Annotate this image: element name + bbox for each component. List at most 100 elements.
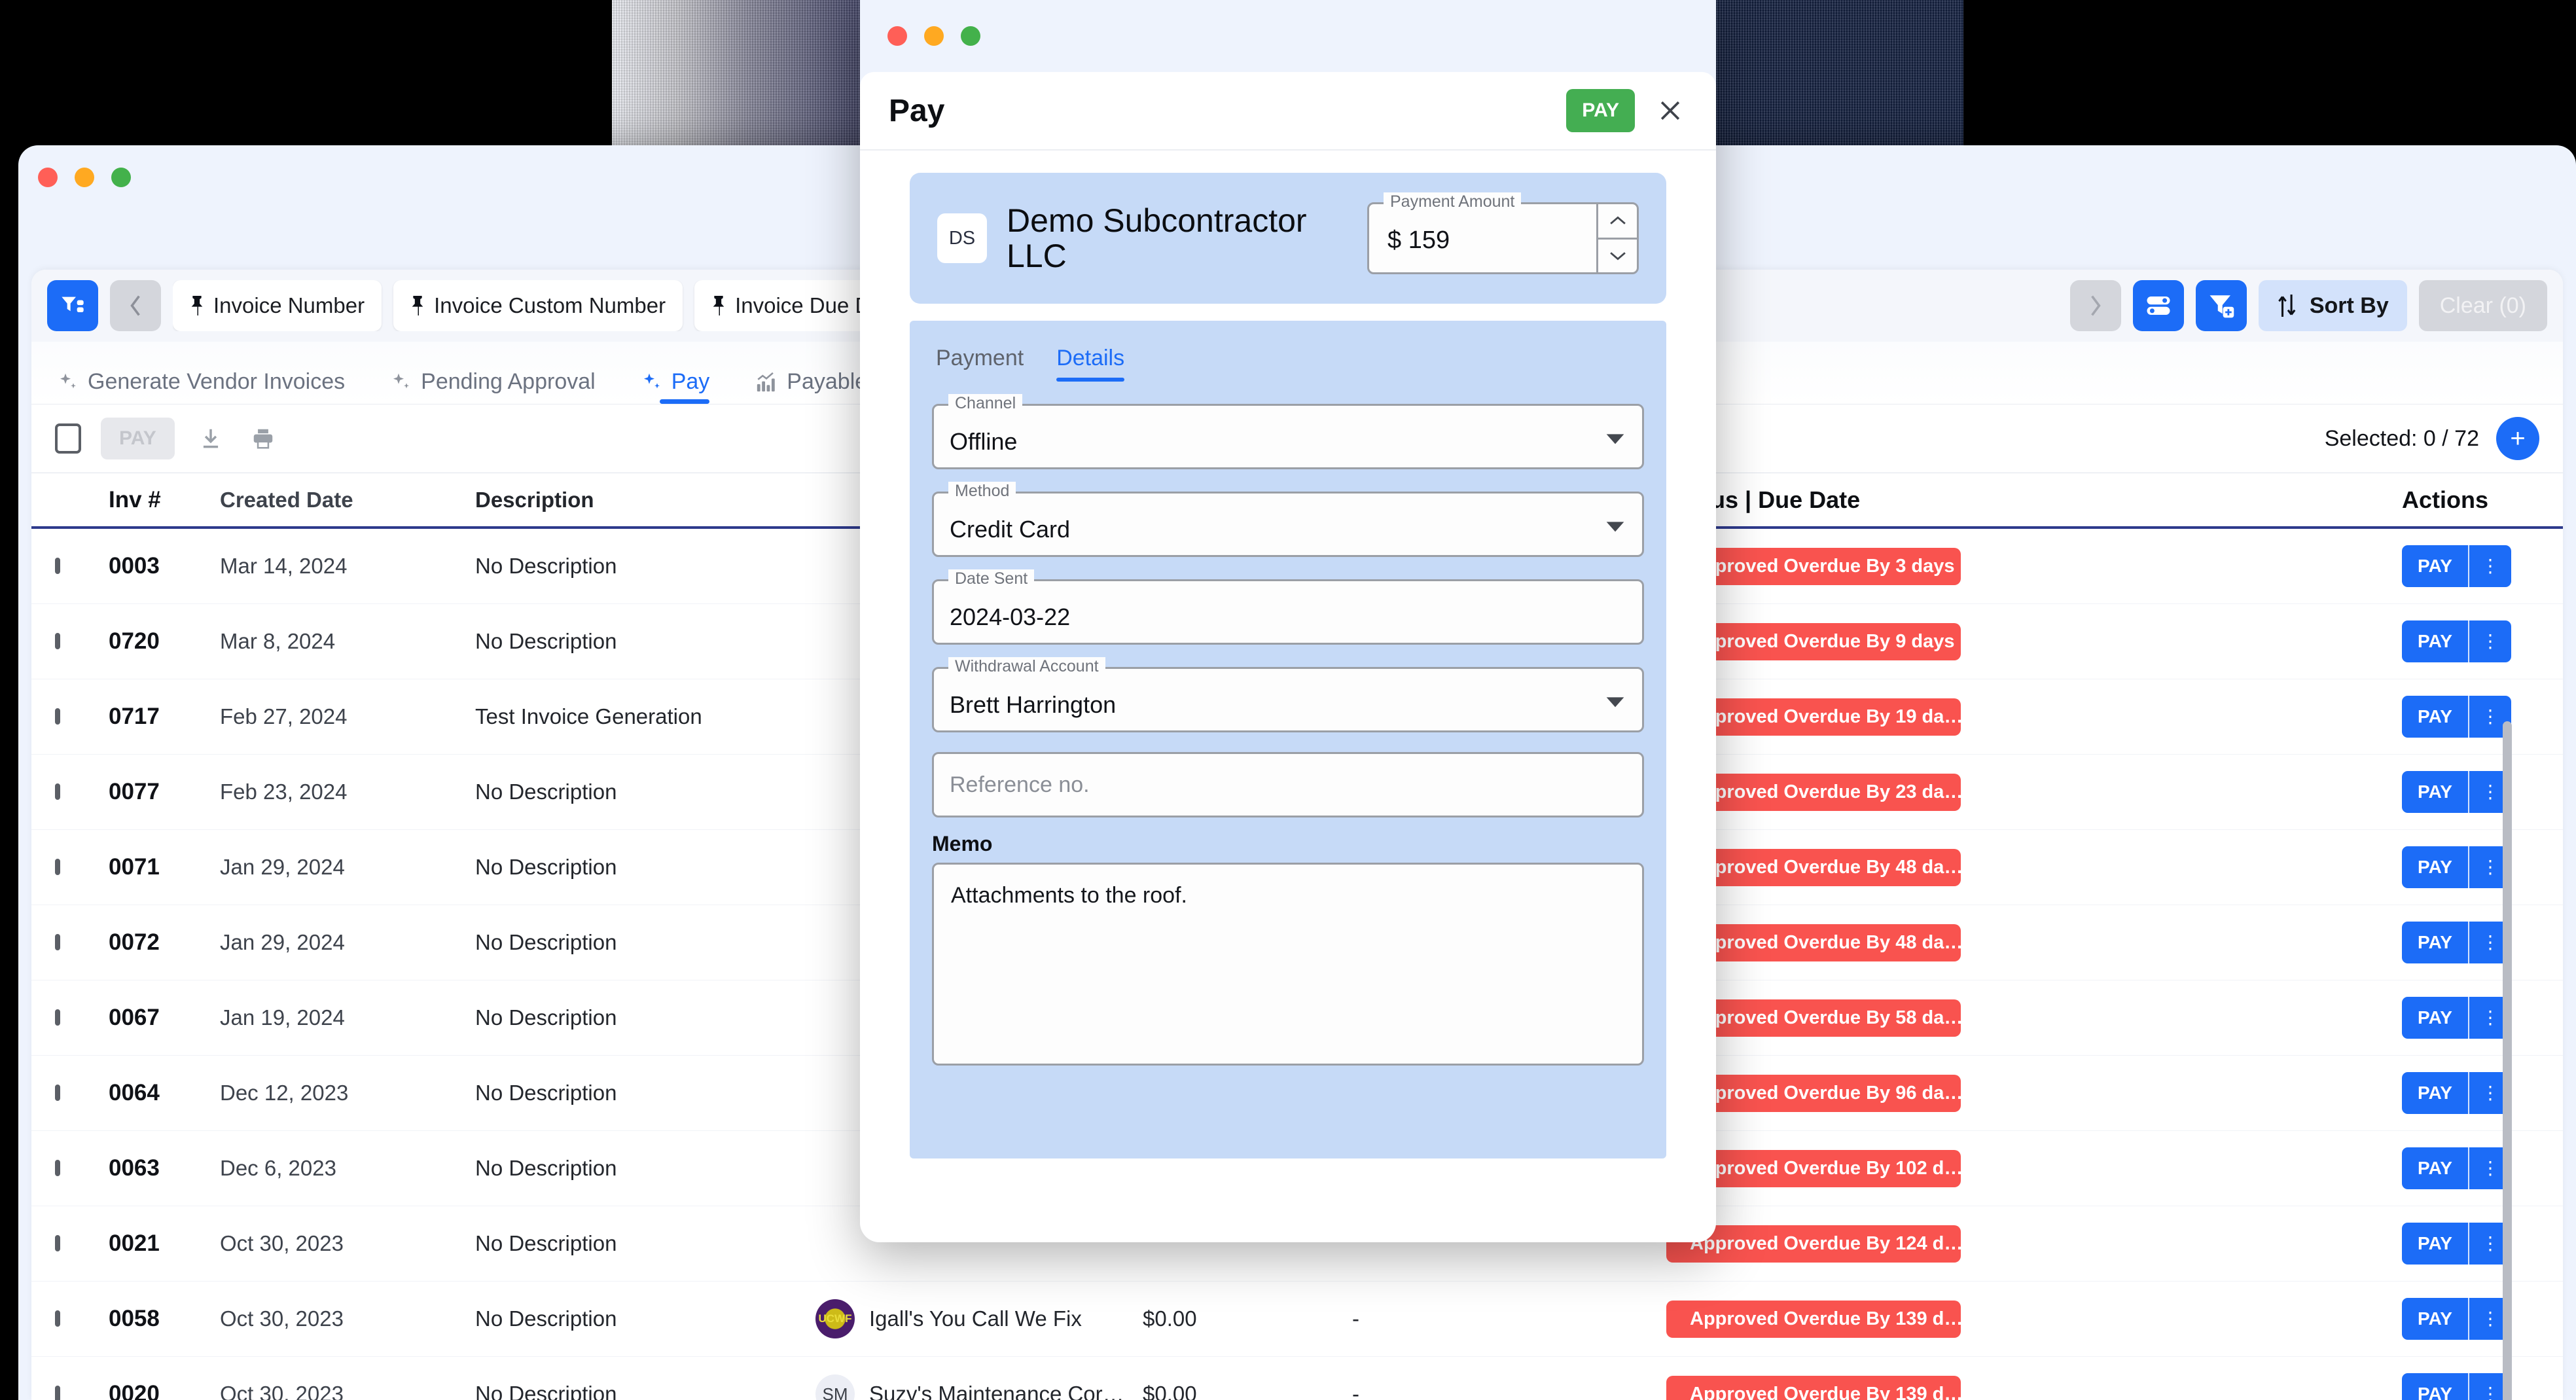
cell-vendor: UCWF Igall's You Call We Fix [815,1299,1143,1338]
modal-tab-label: Payment [936,346,1024,370]
cell-created-date: Dec 6, 2023 [220,1156,336,1180]
row-pay-button[interactable]: PAY [2402,620,2468,662]
row-actions: PAY ⋮ [2402,922,2511,963]
modal-traffic-lights[interactable] [887,26,1716,46]
filter-chip-invoice-number[interactable]: Invoice Number [173,280,382,331]
withdrawal-account-field[interactable]: Withdrawal Account Brett Harrington [932,657,1644,732]
kebab-icon: ⋮ [2480,931,2499,952]
chevron-down-icon [1606,434,1624,444]
table-row[interactable]: 0020 Oct 30, 2023 No Description SM Suzy's M… [31,1357,2563,1400]
columns-toggle-icon [2147,296,2170,315]
modal-close-button[interactable] [1653,94,1687,128]
row-pay-button[interactable]: PAY [2402,846,2468,888]
scroll-filters-right-button[interactable] [2069,280,2121,331]
row-pay-button[interactable]: PAY [2402,1298,2468,1340]
tab-generate-vendor-invoices[interactable]: Generate Vendor Invoices [58,369,345,404]
row-pay-button[interactable]: PAY [2402,1147,2468,1189]
scroll-filters-left-button[interactable] [110,280,161,331]
withdrawal-account-label: Withdrawal Account [948,657,1105,676]
row-pay-button[interactable]: PAY [2402,997,2468,1039]
print-button[interactable] [247,422,279,455]
download-button[interactable] [194,422,227,455]
row-pay-button[interactable]: PAY [2402,1373,2468,1400]
cell-created-date: Jan 19, 2024 [220,1005,345,1030]
memo-label: Memo [932,832,993,855]
row-checkbox[interactable] [55,1085,60,1101]
cell-status: Approved Overdue By 9 days [1666,622,2402,660]
tab-label: Pending Approval [421,369,596,394]
memo-textarea[interactable]: Attachments to the roof. [932,863,1644,1066]
row-checkbox[interactable] [55,708,60,725]
sort-by-button[interactable]: Sort By [2258,280,2407,331]
row-checkbox[interactable] [55,1160,60,1176]
cell-description: No Description [475,554,617,578]
add-invoice-button[interactable]: + [2496,417,2539,460]
cell-actions: PAY ⋮ [2402,846,2539,888]
modal-tab-payment[interactable]: Payment [936,346,1024,382]
bulk-pay-button[interactable]: PAY [101,418,175,459]
row-checkbox[interactable] [55,558,60,574]
tab-label: Generate Vendor Invoices [88,369,346,394]
cell-description: No Description [475,1081,617,1105]
select-all-checkbox[interactable] [55,423,81,454]
row-pay-button[interactable]: PAY [2402,1072,2468,1114]
row-checkbox[interactable] [55,633,60,649]
modal-body: DS Demo Subcontractor LLC Payment Amount… [860,151,1716,1158]
method-field[interactable]: Method Credit Card [932,482,1644,557]
filter-chip-invoice-custom-number[interactable]: Invoice Custom Number [393,280,683,331]
row-actions: PAY ⋮ [2402,545,2511,587]
payment-amount-decrement-button[interactable] [1598,240,1637,273]
add-filter-button[interactable] [2195,280,2247,331]
cell-inv-number: 0071 [109,854,160,880]
modal-close-window-button[interactable] [887,26,907,46]
modal-pay-button[interactable]: PAY [1566,89,1635,132]
kebab-icon: ⋮ [2480,630,2499,651]
row-pay-button[interactable]: PAY [2402,1223,2468,1265]
close-window-button[interactable] [38,168,58,187]
cell-inv-number: 0058 [109,1306,160,1331]
payment-amount-field[interactable]: Payment Amount $ 159 [1367,192,1639,274]
tab-pay[interactable]: Pay [641,369,709,404]
row-checkbox-cell [55,1085,109,1101]
payment-amount-stepper[interactable] [1596,204,1637,272]
clear-filters-button[interactable]: Clear (0) [2418,280,2547,331]
channel-value: Offline [950,428,1018,455]
chevron-down-icon [1606,697,1624,708]
filter-settings-icon-button[interactable] [47,280,98,331]
date-sent-label: Date Sent [948,569,1035,588]
date-sent-field[interactable]: Date Sent 2024-03-22 [932,569,1644,645]
row-checkbox[interactable] [55,1235,60,1251]
zoom-window-button[interactable] [111,168,131,187]
table-scrollbar[interactable] [2503,721,2512,1400]
cell-created-date: Mar 8, 2024 [220,629,336,653]
cell-payment-date: - [1352,1382,1359,1400]
table-row[interactable]: 0058 Oct 30, 2023 No Description UCWF Igall'… [31,1282,2563,1357]
channel-field[interactable]: Channel Offline [932,394,1644,469]
tab-pending-approval[interactable]: Pending Approval [391,369,596,404]
columns-toggle-button[interactable] [2132,280,2184,331]
row-actions: PAY ⋮ [2402,846,2511,888]
cell-created-date: Oct 30, 2023 [220,1306,344,1331]
row-pay-button[interactable]: PAY [2402,545,2468,587]
row-more-menu-button[interactable]: ⋮ [2467,620,2511,662]
row-checkbox[interactable] [55,783,60,800]
row-pay-button[interactable]: PAY [2402,696,2468,738]
modal-minimize-window-button[interactable] [924,26,944,46]
row-checkbox[interactable] [55,934,60,950]
minimize-window-button[interactable] [75,168,94,187]
reference-no-input[interactable]: Reference no. [932,752,1644,817]
modal-tab-details[interactable]: Details [1056,346,1124,382]
row-checkbox[interactable] [55,1009,60,1026]
payment-amount-increment-button[interactable] [1598,204,1637,240]
row-checkbox[interactable] [55,859,60,875]
row-checkbox[interactable] [55,1386,60,1400]
row-pay-button[interactable]: PAY [2402,771,2468,813]
row-pay-button[interactable]: PAY [2402,922,2468,963]
modal-zoom-window-button[interactable] [961,26,980,46]
cell-actions: PAY ⋮ [2402,1223,2539,1265]
row-checkbox[interactable] [55,1310,60,1327]
row-more-menu-button[interactable]: ⋮ [2467,545,2511,587]
modal-tab-label: Details [1056,346,1125,370]
row-checkbox-cell [55,1009,109,1026]
row-actions: PAY ⋮ [2402,696,2511,738]
